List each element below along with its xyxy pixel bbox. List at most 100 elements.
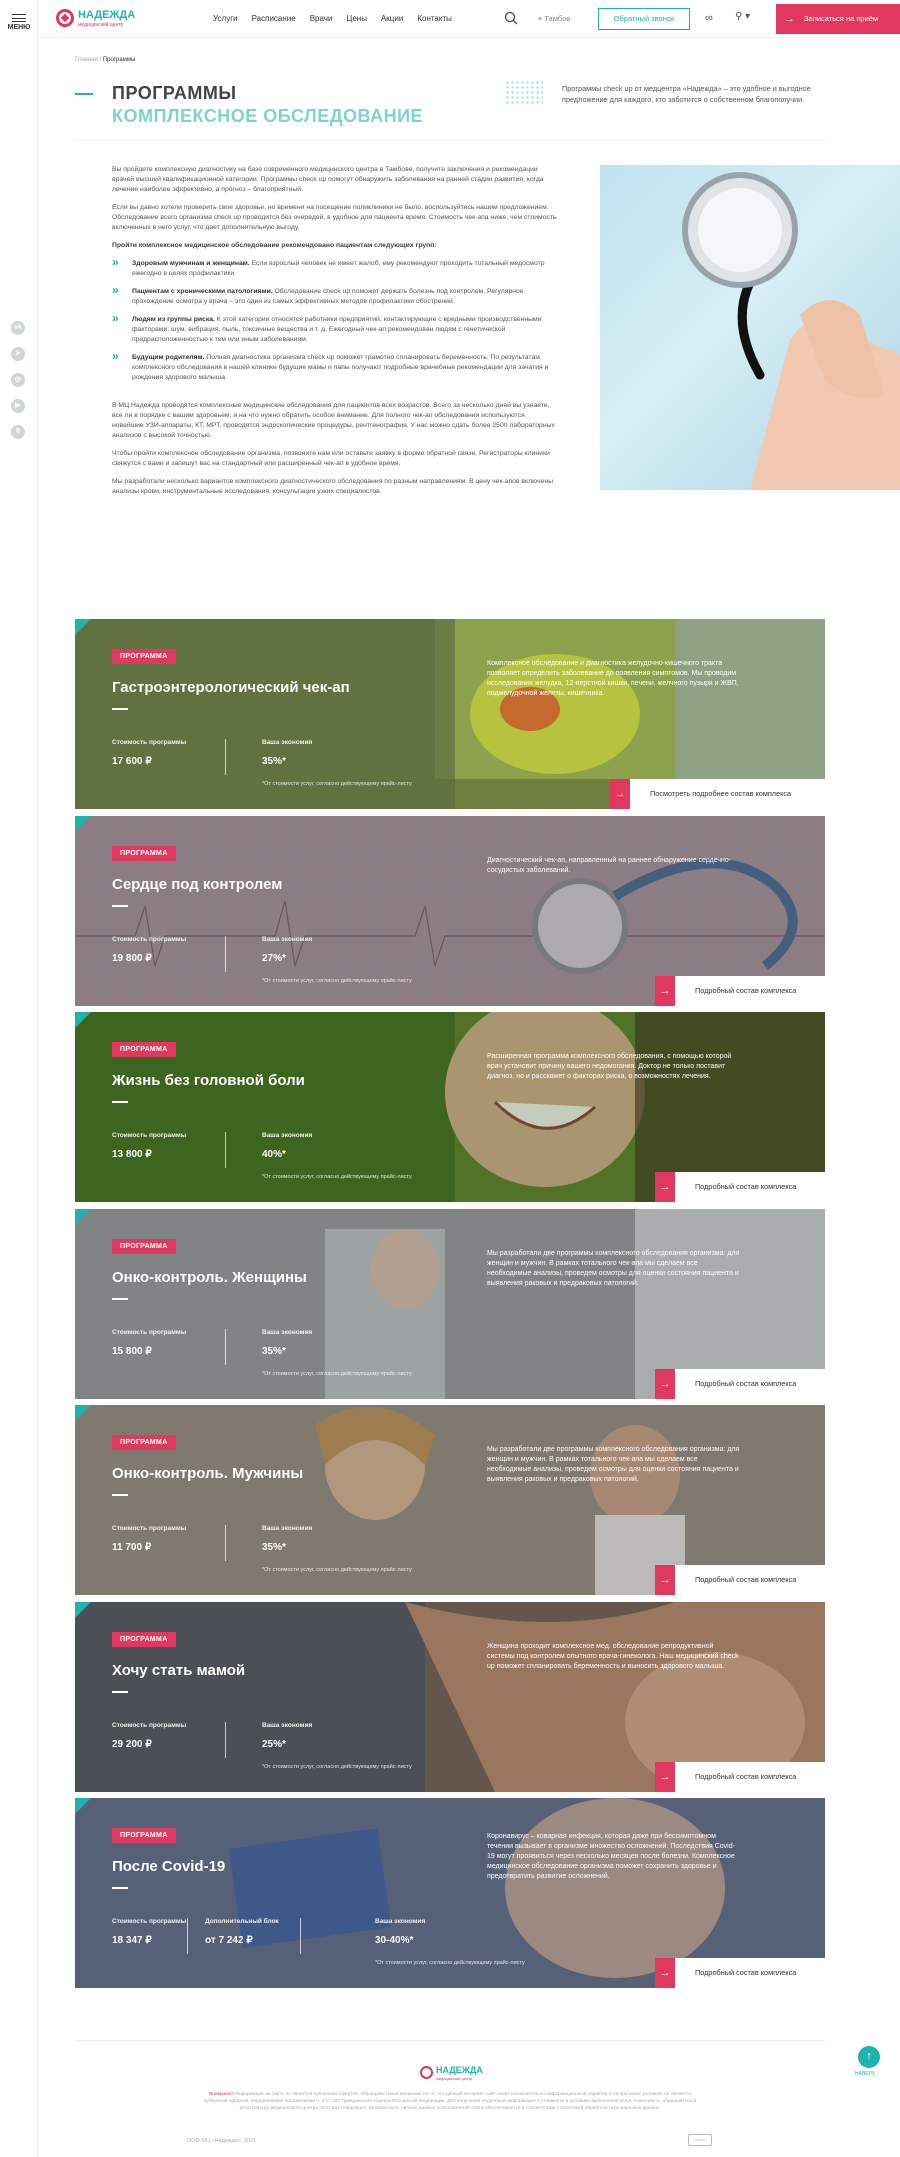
breadcrumb-home[interactable]: Главная	[75, 57, 98, 63]
price-value: 11 700 ₽	[112, 1542, 152, 1553]
arrow-right-icon: →	[655, 1172, 675, 1202]
program-card[interactable]: ПРОГРАММА Онко-контроль. Женщины Мы разр…	[75, 1209, 825, 1399]
title-dash	[112, 708, 128, 710]
program-description: Мы разработали две программы комплексног…	[487, 1250, 740, 1287]
price-block: Стоимость программы 11 700 ₽	[112, 1525, 187, 1553]
price-block: Стоимость программы 18 347 ₽	[112, 1918, 187, 1946]
logo-subtitle: медицинский центр	[78, 22, 124, 28]
program-tag: ПРОГРАММА	[112, 649, 176, 664]
dots-decoration	[505, 80, 543, 106]
saving-value: 27%*	[262, 953, 286, 964]
program-card[interactable]: ПРОГРАММА После Covid-19 Коронавирус – к…	[75, 1798, 825, 1988]
odnoklassniki-icon[interactable]: 8	[11, 425, 25, 439]
program-title: После Covid-19	[112, 1858, 226, 1875]
callback-button[interactable]: Обратный звонок	[598, 8, 690, 30]
saving-block: Ваша экономия 35%*	[262, 1329, 313, 1357]
list-item: Пациентам с хроническими патологиями. Об…	[112, 285, 557, 307]
details-button[interactable]: → Подробный состав комплекса	[655, 1565, 825, 1595]
price-note: *От стоимости услуг, согласно действующе…	[262, 1371, 412, 1377]
price-note: *От стоимости услуг, согласно действующе…	[262, 1174, 412, 1180]
price-block: Стоимость программы 13 800 ₽	[112, 1132, 187, 1160]
intro-text: Вы пройдете комплексную диагностику на б…	[112, 165, 557, 505]
divider	[300, 1918, 301, 1954]
price-note: *От стоимости услуг, согласно действующе…	[262, 978, 412, 984]
title-dash	[112, 905, 128, 907]
title-dash	[112, 1298, 128, 1300]
program-title: Хочу стать мамой	[112, 1662, 246, 1679]
hamburger-icon	[12, 14, 26, 22]
details-button[interactable]: → Подробный состав комплекса	[655, 1958, 825, 1988]
divider	[75, 2040, 825, 2041]
nav-contacts[interactable]: Контакты	[417, 14, 452, 23]
scroll-up-button[interactable]: ↑	[858, 2046, 880, 2068]
vk-icon[interactable]: vk	[11, 321, 25, 335]
user-icon[interactable]: ⚲ ▾	[735, 11, 750, 22]
program-tag: ПРОГРАММА	[112, 1239, 176, 1254]
nav-schedule[interactable]: Расписание	[252, 14, 296, 23]
stethoscope-photo	[600, 165, 900, 490]
saving-block: Ваша экономия 35%*	[262, 739, 313, 767]
logo-heart-icon	[420, 2066, 433, 2079]
saving-value: 30-40%*	[375, 1935, 414, 1946]
arrow-right-icon: →	[655, 1565, 675, 1595]
footer-logo[interactable]: НАДЕЖДА медицинский центр	[420, 2064, 490, 2084]
title-dash	[112, 1494, 128, 1496]
nav-doctors[interactable]: Врачи	[310, 14, 333, 23]
program-description: Диагностический чек-ап, направленный на …	[487, 857, 732, 874]
corner-accent	[75, 1405, 91, 1421]
title-dash	[112, 1101, 128, 1103]
glasses-icon[interactable]: ∞	[705, 12, 713, 24]
nav-services[interactable]: Услуги	[213, 14, 238, 23]
saving-block: Ваша экономия 35%*	[262, 1525, 313, 1553]
nav-promos[interactable]: Акции	[381, 14, 403, 23]
appointment-button[interactable]: Записаться на приём	[776, 4, 900, 34]
program-description: Мы разработали две программы комплексног…	[487, 1446, 740, 1483]
breadcrumb-current: Программы	[102, 57, 136, 63]
program-card[interactable]: ПРОГРАММА Гастроэнтерологический чек-ап …	[75, 619, 825, 809]
program-card[interactable]: ПРОГРАММА Хочу стать мамой Женщина прохо…	[75, 1602, 825, 1792]
developer-badge[interactable]: ▭▭▭	[688, 2134, 712, 2146]
program-card[interactable]: ПРОГРАММА Сердце под контролем Диагности…	[75, 816, 825, 1006]
saving-block: Ваша экономия 40%*	[262, 1132, 313, 1160]
saving-value: 35%*	[262, 1542, 286, 1553]
intro-paragraph: Чтобы пройти комплексное обследование ор…	[112, 450, 550, 467]
youtube-icon[interactable]: ▶	[11, 399, 25, 413]
search-icon[interactable]	[504, 11, 518, 25]
menu-button[interactable]: МЕНЮ	[6, 14, 32, 31]
ok-icon[interactable]: ◎	[11, 373, 25, 387]
copyright: ООО МЦ «Надежда», 2021	[187, 2138, 257, 2144]
intro-paragraph: Мы разработали несколько вариантов компл…	[112, 478, 553, 495]
divider	[225, 1132, 226, 1168]
program-description: Комплексное обследование и диагностика ж…	[487, 660, 739, 697]
saving-value: 25%*	[262, 1739, 286, 1750]
details-button[interactable]: → Подробный состав комплекса	[655, 976, 825, 1006]
divider	[225, 1329, 226, 1365]
price-value: 18 347 ₽	[112, 1935, 152, 1946]
logo-title: НАДЕЖДА	[436, 2065, 483, 2075]
nav-prices[interactable]: Цены	[346, 14, 367, 23]
price-value: 29 200 ₽	[112, 1739, 152, 1750]
logo[interactable]: НАДЕЖДА медицинский центр	[56, 7, 136, 31]
intro-paragraph: В МЦ Надежда проводятся комплексные меди…	[112, 402, 555, 439]
city-selector[interactable]: ⌖ Тамбов	[538, 14, 570, 24]
program-card[interactable]: ПРОГРАММА Онко-контроль. Мужчины Мы разр…	[75, 1405, 825, 1595]
left-rail: МЕНЮ vk ➤ ◎ ▶ 8	[0, 0, 38, 2157]
intro-paragraph: Если вы давно хотели проверить свое здор…	[112, 204, 557, 231]
footer-disclaimer: Внимание! Информация на сайте не являетс…	[203, 2092, 697, 2111]
program-title: Жизнь без головной боли	[112, 1072, 305, 1089]
telegram-icon[interactable]: ➤	[11, 347, 25, 361]
details-button[interactable]: → Подробный состав комплекса	[655, 1762, 825, 1792]
saving-value: 35%*	[262, 756, 286, 767]
price-note: *От стоимости услуг, согласно действующе…	[262, 1764, 412, 1770]
details-button[interactable]: → Подробный состав комплекса	[655, 1369, 825, 1399]
title-dash	[112, 1887, 128, 1889]
saving-value: 35%*	[262, 1346, 286, 1357]
program-card[interactable]: ПРОГРАММА Жизнь без головной боли Расшир…	[75, 1012, 825, 1202]
corner-accent	[75, 1798, 91, 1814]
details-button[interactable]: → Подробный состав комплекса	[655, 1172, 825, 1202]
program-title: Онко-контроль. Мужчины	[112, 1465, 304, 1482]
details-button[interactable]: → Посмотреть подробнее состав комплекса	[610, 779, 825, 809]
price-value: 17 600 ₽	[112, 756, 152, 767]
price-value: 13 800 ₽	[112, 1149, 152, 1160]
program-tag: ПРОГРАММА	[112, 1435, 176, 1450]
